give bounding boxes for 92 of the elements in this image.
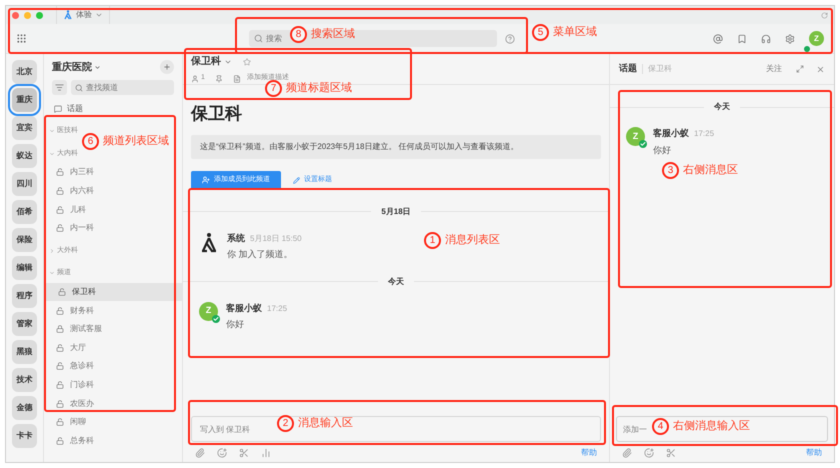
channel-item[interactable]: 内一科 bbox=[44, 218, 182, 238]
expand-icon[interactable] bbox=[796, 65, 804, 73]
channel-search-field[interactable]: 查找频道 bbox=[71, 80, 174, 95]
workspace-button[interactable]: 北京 bbox=[12, 60, 37, 84]
message-time: 17:25 bbox=[267, 302, 288, 314]
author-name: 客服小蚁 bbox=[653, 127, 689, 140]
channel-item[interactable]: 内三科 bbox=[44, 163, 182, 182]
channel-title: 保卫科 bbox=[191, 103, 243, 125]
apps-grid-icon[interactable] bbox=[16, 33, 27, 44]
channel-item[interactable]: 闲聊 bbox=[44, 412, 182, 432]
topics-item[interactable]: 话题 bbox=[67, 102, 83, 114]
workspace-button[interactable]: 编辑 bbox=[12, 256, 37, 280]
workspace-button[interactable]: 程序 bbox=[12, 284, 37, 308]
message-text: 你 加入了频道。 bbox=[227, 248, 294, 261]
filter-icon[interactable] bbox=[52, 80, 67, 95]
annotation-label: 右侧消息输入区 bbox=[673, 419, 750, 434]
bookmark-icon[interactable] bbox=[737, 34, 747, 44]
star-icon[interactable] bbox=[243, 58, 251, 66]
workspace-button[interactable]: 管家 bbox=[12, 312, 37, 336]
follow-button[interactable]: 关注 bbox=[766, 63, 782, 75]
members-icon[interactable] bbox=[191, 74, 199, 82]
date-divider-label: 今天 bbox=[713, 101, 731, 113]
scissors-icon[interactable] bbox=[239, 448, 249, 458]
help-icon[interactable] bbox=[505, 34, 515, 44]
date-divider-label: 5月18日 bbox=[380, 206, 412, 218]
workspace-button[interactable]: 佰希 bbox=[12, 200, 37, 224]
search-icon bbox=[254, 34, 263, 43]
headset-icon[interactable] bbox=[761, 34, 771, 44]
annotation-label: 消息输入区 bbox=[298, 416, 353, 432]
workspace-button[interactable]: 金德 bbox=[12, 396, 37, 420]
user-avatar: Z bbox=[626, 127, 645, 146]
pencil-icon bbox=[293, 176, 300, 184]
search-icon bbox=[75, 84, 83, 92]
chevron-down-icon[interactable] bbox=[94, 64, 101, 70]
channel-item[interactable]: 急诊科 bbox=[44, 357, 182, 376]
message-time: 17:25 bbox=[694, 128, 714, 140]
document-icon[interactable] bbox=[232, 74, 241, 82]
workspace-title[interactable]: 重庆医院 bbox=[52, 60, 92, 74]
channel-item[interactable]: 总务科 bbox=[44, 432, 182, 450]
author-name: 系统 bbox=[227, 232, 245, 244]
add-button[interactable] bbox=[160, 60, 174, 74]
close-window-button[interactable] bbox=[12, 12, 19, 18]
emoji-icon[interactable] bbox=[217, 448, 227, 458]
chevron-down-icon bbox=[95, 11, 103, 19]
refresh-icon[interactable] bbox=[821, 12, 828, 18]
annotation-label: 右侧消息区 bbox=[683, 163, 738, 178]
scissors-icon[interactable] bbox=[666, 448, 676, 458]
channel-item[interactable]: 内六科 bbox=[44, 182, 182, 200]
annotation-label: 菜单区域 bbox=[553, 25, 597, 40]
attachment-icon[interactable] bbox=[195, 448, 205, 458]
help-link[interactable]: 帮助 bbox=[581, 447, 597, 459]
settings-icon[interactable] bbox=[785, 34, 795, 44]
app-logo-icon bbox=[63, 10, 73, 20]
channel-item[interactable]: 测试客服 bbox=[44, 320, 182, 339]
channel-item[interactable]: 门诊科 bbox=[44, 376, 182, 394]
workspace-button[interactable]: 四川 bbox=[12, 172, 37, 196]
workspace-button[interactable]: 卡卡 bbox=[12, 424, 37, 448]
pin-icon[interactable] bbox=[214, 74, 223, 82]
thread-title: 话题 bbox=[619, 62, 637, 76]
attachment-icon[interactable] bbox=[622, 448, 632, 458]
message-text: 你好 bbox=[653, 144, 672, 156]
chart-icon[interactable] bbox=[261, 448, 271, 458]
channel-intro: 这是“保卫科”频道。由客服小蚁于2023年5月18日建立。 任何成员可以加入与查看该频道。 bbox=[191, 134, 601, 158]
close-icon[interactable] bbox=[816, 64, 825, 74]
workspace-button[interactable]: 重庆 bbox=[12, 88, 37, 112]
workspace-button[interactable]: 技术 bbox=[12, 368, 37, 392]
add-user-icon bbox=[202, 176, 210, 184]
channel-item[interactable]: 儿科 bbox=[44, 200, 182, 219]
workspace-button[interactable]: 蚁达 bbox=[12, 144, 37, 168]
channel-item[interactable]: 财务科 bbox=[44, 301, 182, 320]
message-time: 5月18日 15:50 bbox=[250, 232, 302, 244]
channel-name[interactable]: 保卫科 bbox=[191, 54, 221, 70]
channel-item[interactable]: 保卫科 bbox=[44, 282, 182, 302]
emoji-icon[interactable] bbox=[644, 448, 654, 458]
annotation-label: 频道标题区域 bbox=[286, 81, 352, 96]
help-link[interactable]: 帮助 bbox=[806, 447, 822, 459]
message-text: 你好 bbox=[226, 318, 245, 331]
chevron-right-icon[interactable] bbox=[49, 248, 55, 254]
maximize-window-button[interactable] bbox=[36, 12, 43, 18]
workspace-button[interactable]: 黑狼 bbox=[12, 340, 37, 364]
minimize-window-button[interactable] bbox=[24, 12, 31, 18]
mention-icon[interactable] bbox=[713, 34, 723, 44]
user-avatar: Z bbox=[199, 302, 218, 320]
annotation-label: 频道列表区域 bbox=[103, 134, 169, 150]
date-divider-label: 今天 bbox=[387, 276, 405, 288]
workspace-button[interactable]: 宜宾 bbox=[12, 116, 37, 140]
channel-item[interactable]: 农医办 bbox=[44, 394, 182, 413]
workspace-button[interactable]: 保险 bbox=[12, 228, 37, 252]
annotation-label: 消息列表区 bbox=[445, 233, 500, 248]
author-name: 客服小蚁 bbox=[226, 302, 262, 314]
thread-channel: 保卫科 bbox=[648, 63, 672, 75]
channel-item[interactable]: 大厅 bbox=[44, 338, 182, 358]
